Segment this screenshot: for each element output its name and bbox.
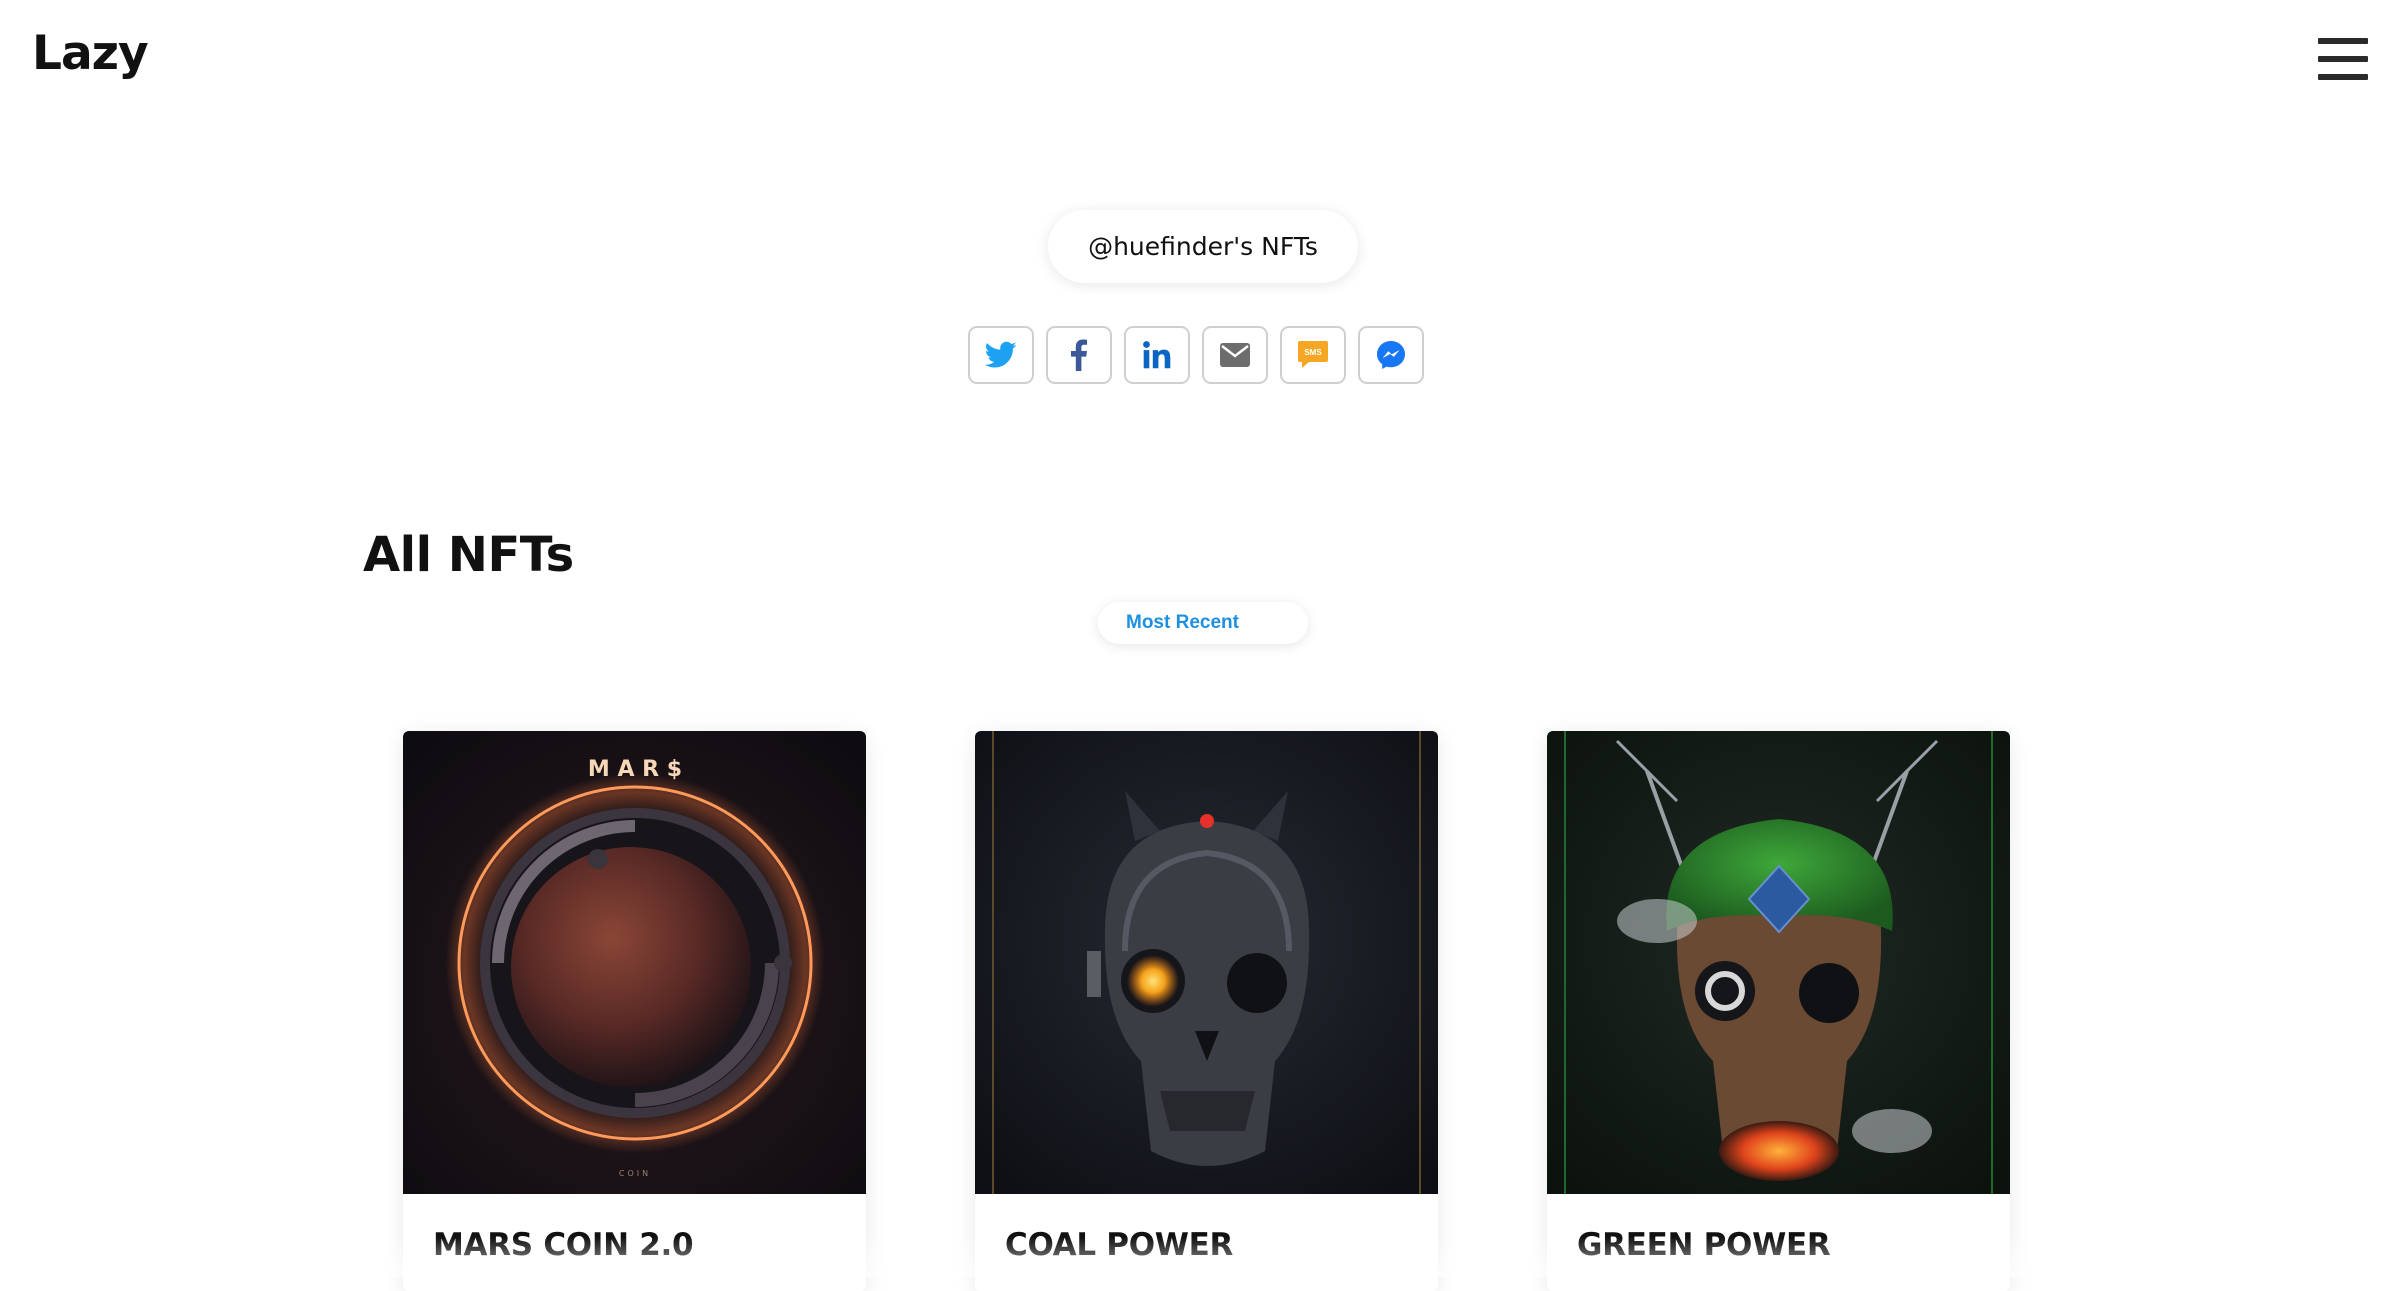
share-email-button[interactable]: [1202, 326, 1268, 384]
nft-artwork: [1547, 731, 2010, 1194]
share-twitter-button[interactable]: [968, 326, 1034, 384]
nft-card[interactable]: M A R $ COIN MARS COIN 2.0: [403, 731, 866, 1291]
messenger-icon: [1377, 341, 1405, 369]
artwork-subtitle-text: COIN: [619, 1169, 651, 1178]
share-sms-button[interactable]: SMS: [1280, 326, 1346, 384]
linkedin-icon: [1143, 341, 1171, 369]
twitter-icon: [985, 341, 1017, 368]
menu-bar: [2318, 56, 2368, 62]
share-linkedin-button[interactable]: [1124, 326, 1190, 384]
sort-dropdown[interactable]: Most Recent: [1098, 602, 1308, 644]
nft-card[interactable]: GREEN POWER: [1547, 731, 2010, 1291]
nft-artwork: [975, 731, 1438, 1194]
nft-card-title[interactable]: COAL POWER: [1005, 1227, 1233, 1263]
sms-icon: SMS: [1298, 341, 1328, 368]
nft-card[interactable]: COAL POWER: [975, 731, 1438, 1291]
site-logo[interactable]: Lazy: [32, 26, 149, 81]
facebook-icon: [1071, 339, 1087, 371]
artwork-title-text: M A R $: [588, 757, 682, 782]
sms-icon-text: SMS: [1304, 348, 1322, 357]
share-buttons: SMS: [968, 326, 1424, 384]
menu-bar: [2318, 74, 2368, 80]
section-title: All NFTs: [363, 527, 574, 583]
nft-card-title[interactable]: GREEN POWER: [1577, 1227, 1831, 1263]
share-messenger-button[interactable]: [1358, 326, 1424, 384]
nft-artwork: M A R $ COIN: [403, 731, 866, 1194]
menu-bar: [2318, 38, 2368, 44]
hamburger-menu-icon[interactable]: [2318, 38, 2368, 80]
profile-nfts-pill: @huefinder's NFTs: [1048, 210, 1358, 283]
nft-card-title[interactable]: MARS COIN 2.0: [433, 1227, 694, 1263]
email-icon: [1220, 343, 1250, 367]
share-facebook-button[interactable]: [1046, 326, 1112, 384]
